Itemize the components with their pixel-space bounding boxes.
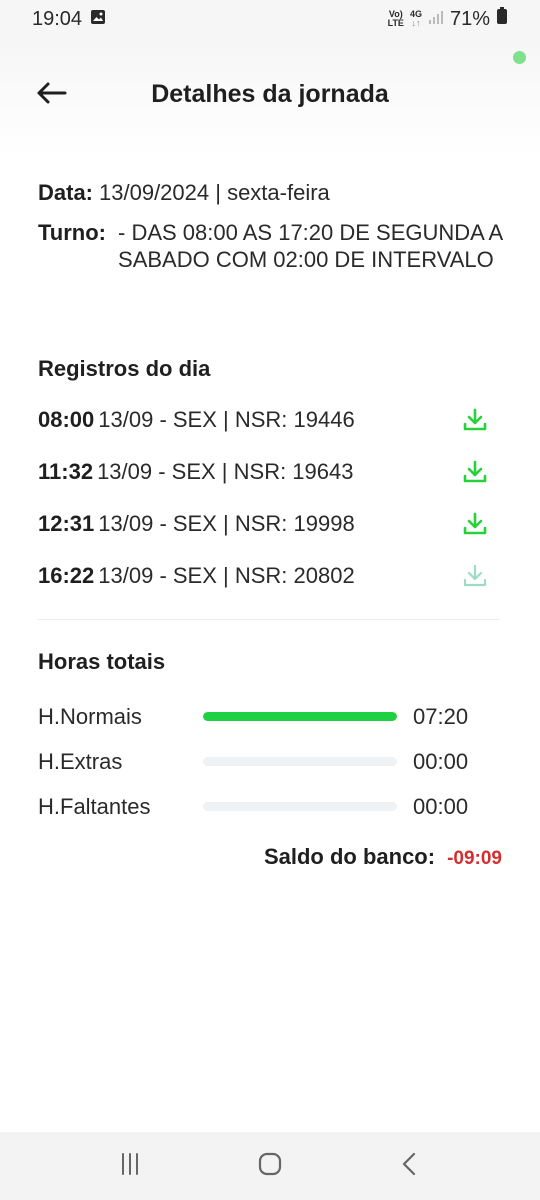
- hours-label: H.Normais: [38, 703, 142, 729]
- hours-row-extras: H.Extras 00:00: [38, 739, 500, 784]
- record-time: 12:31: [38, 511, 95, 536]
- turno-value: - DAS 08:00 AS 17:20 DE SEGUNDA A SABADO…: [118, 220, 502, 272]
- date-label: Data:: [38, 180, 94, 205]
- hours-row-faltantes: H.Faltantes 00:00: [38, 784, 500, 829]
- hours-progress-bar: [203, 757, 397, 766]
- record-time: 16:22: [38, 563, 95, 588]
- bank-balance-label: Saldo do banco:: [263, 844, 436, 869]
- signal-icon: [428, 8, 444, 31]
- download-icon[interactable]: [462, 407, 488, 433]
- status-bar: 19:04 Vo) LTE 4G ↓↑ 71%: [0, 0, 540, 38]
- download-icon[interactable]: [462, 511, 488, 537]
- records-title: Registros do dia: [38, 356, 211, 381]
- system-nav-bar: [0, 1132, 540, 1200]
- record-item: 12:31 13/09 - SEX | NSR: 19998: [38, 498, 500, 550]
- record-detail: 13/09 - SEX | NSR: 19446: [98, 407, 355, 432]
- home-icon: [257, 1151, 283, 1182]
- battery-percent: 71%: [449, 7, 490, 30]
- system-back-button[interactable]: [390, 1146, 430, 1186]
- records-list: 08:00 13/09 - SEX | NSR: 19446 11:32 13/09…: [38, 394, 500, 602]
- record-time: 08:00: [38, 407, 95, 432]
- back-icon: [398, 1152, 422, 1181]
- hours-label: H.Faltantes: [38, 793, 151, 819]
- hours-value: 00:00: [413, 793, 469, 819]
- download-icon[interactable]: [462, 563, 488, 589]
- home-button[interactable]: [250, 1146, 290, 1186]
- volte-indicator: Vo) LTE: [387, 9, 404, 28]
- hours-label: H.Extras: [38, 748, 123, 774]
- record-item: 16:22 13/09 - SEX | NSR: 20802: [38, 550, 500, 602]
- recent-apps-button[interactable]: [110, 1146, 150, 1186]
- hours-list: H.Normais 07:20 H.Extras 00:00 H.Faltant…: [38, 694, 500, 829]
- date-row: Data: 13/09/2024 | sexta-feira: [38, 180, 522, 206]
- status-time: 19:04: [32, 7, 83, 30]
- record-time: 11:32: [38, 459, 94, 484]
- journey-info: Data: 13/09/2024 | sexta-feira Turno: - …: [38, 180, 522, 273]
- bank-balance: Saldo do banco: -09:09: [264, 844, 502, 870]
- recent-apps-icon: [118, 1152, 142, 1181]
- record-item: 11:32 13/09 - SEX | NSR: 19643: [38, 446, 500, 498]
- status-right: Vo) LTE 4G ↓↑ 71%: [388, 7, 508, 31]
- hours-title: Horas totais: [38, 649, 166, 674]
- turno-row: Turno: - DAS 08:00 AS 17:20 DE SEGUNDA A…: [38, 220, 522, 273]
- turno-label: Turno:: [38, 220, 107, 245]
- hours-value: 00:00: [413, 748, 469, 774]
- hours-value: 07:20: [413, 703, 469, 729]
- hours-progress-bar: [203, 712, 397, 721]
- page-title: Detalhes da jornada: [151, 80, 389, 108]
- bank-balance-value: -09:09: [447, 848, 502, 869]
- section-divider: [38, 619, 500, 620]
- record-item: 08:00 13/09 - SEX | NSR: 19446: [38, 394, 500, 446]
- record-detail: 13/09 - SEX | NSR: 20802: [98, 563, 355, 588]
- date-value: 13/09/2024 | sexta-feira: [99, 180, 330, 205]
- image-icon: [90, 8, 106, 31]
- data-indicator: 4G ↓↑: [409, 9, 422, 28]
- record-detail: 13/09 - SEX | NSR: 19998: [98, 511, 355, 536]
- record-detail: 13/09 - SEX | NSR: 19643: [97, 459, 354, 484]
- app-header: Detalhes da jornada: [0, 38, 540, 158]
- online-indicator: [513, 51, 526, 64]
- status-left: 19:04: [32, 8, 106, 31]
- hours-progress-fill: [203, 712, 397, 721]
- download-icon[interactable]: [462, 459, 488, 485]
- hours-progress-bar: [203, 802, 397, 811]
- battery-icon: [496, 7, 508, 31]
- hours-row-normais: H.Normais 07:20: [38, 694, 500, 739]
